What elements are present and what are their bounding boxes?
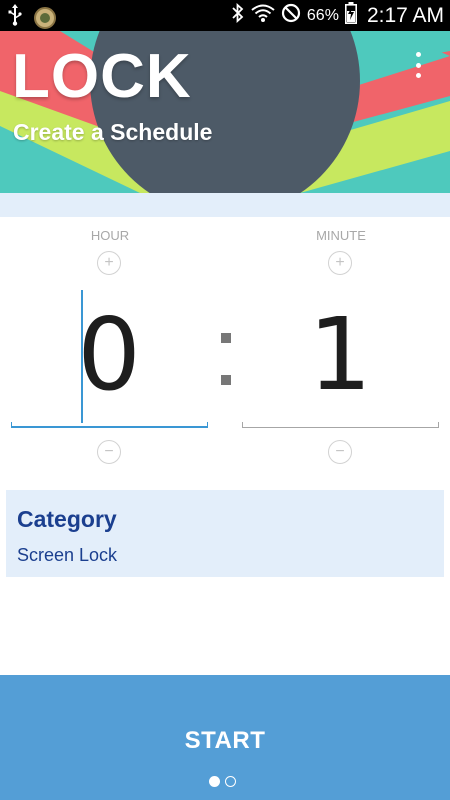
start-button[interactable]: START	[0, 675, 450, 800]
overflow-menu-icon[interactable]	[406, 49, 430, 81]
minute-label: MINUTE	[316, 228, 366, 243]
plus-icon: +	[104, 254, 114, 271]
category-value: Screen Lock	[17, 545, 118, 565]
page-indicator-active	[209, 776, 220, 787]
app-badge-icon	[34, 6, 56, 29]
app-subtitle: Create a Schedule	[13, 119, 213, 145]
colon-separator-top	[221, 333, 231, 343]
start-label: START	[184, 727, 266, 754]
app-title: LOCK	[12, 42, 192, 111]
hour-value[interactable]: 0	[39, 305, 179, 405]
category-title: Category	[17, 506, 117, 532]
hour-field-underline	[11, 422, 208, 428]
app-header: LOCK Create a Schedule	[0, 31, 450, 193]
app-screen: 66% 2:17 AM LOCK Create a Schedule HOUR …	[0, 0, 450, 800]
minute-decrement-button[interactable]: −	[328, 440, 352, 464]
hour-increment-button[interactable]: +	[97, 251, 121, 275]
header-divider	[0, 193, 450, 217]
minus-icon: −	[335, 443, 345, 460]
status-clock: 2:17 AM	[366, 3, 444, 27]
minute-increment-button[interactable]: +	[328, 251, 352, 275]
battery-charging-icon	[344, 2, 357, 29]
minus-icon: −	[104, 443, 114, 460]
plus-icon: +	[335, 254, 345, 271]
hour-decrement-button[interactable]: −	[97, 440, 121, 464]
minute-value[interactable]: 1	[270, 305, 410, 405]
do-not-disturb-icon	[281, 3, 301, 28]
text-cursor	[81, 290, 83, 423]
battery-percent: 66%	[306, 6, 339, 24]
page-indicator-inactive	[225, 776, 236, 787]
usb-icon	[8, 4, 22, 31]
category-card[interactable]: Category Screen Lock	[6, 490, 444, 577]
minute-field-underline	[242, 422, 439, 428]
status-bar: 66% 2:17 AM	[0, 0, 450, 31]
bluetooth-icon	[231, 2, 245, 28]
wifi-icon	[251, 3, 275, 28]
hour-label: HOUR	[90, 228, 130, 243]
colon-separator-bottom	[221, 375, 231, 385]
